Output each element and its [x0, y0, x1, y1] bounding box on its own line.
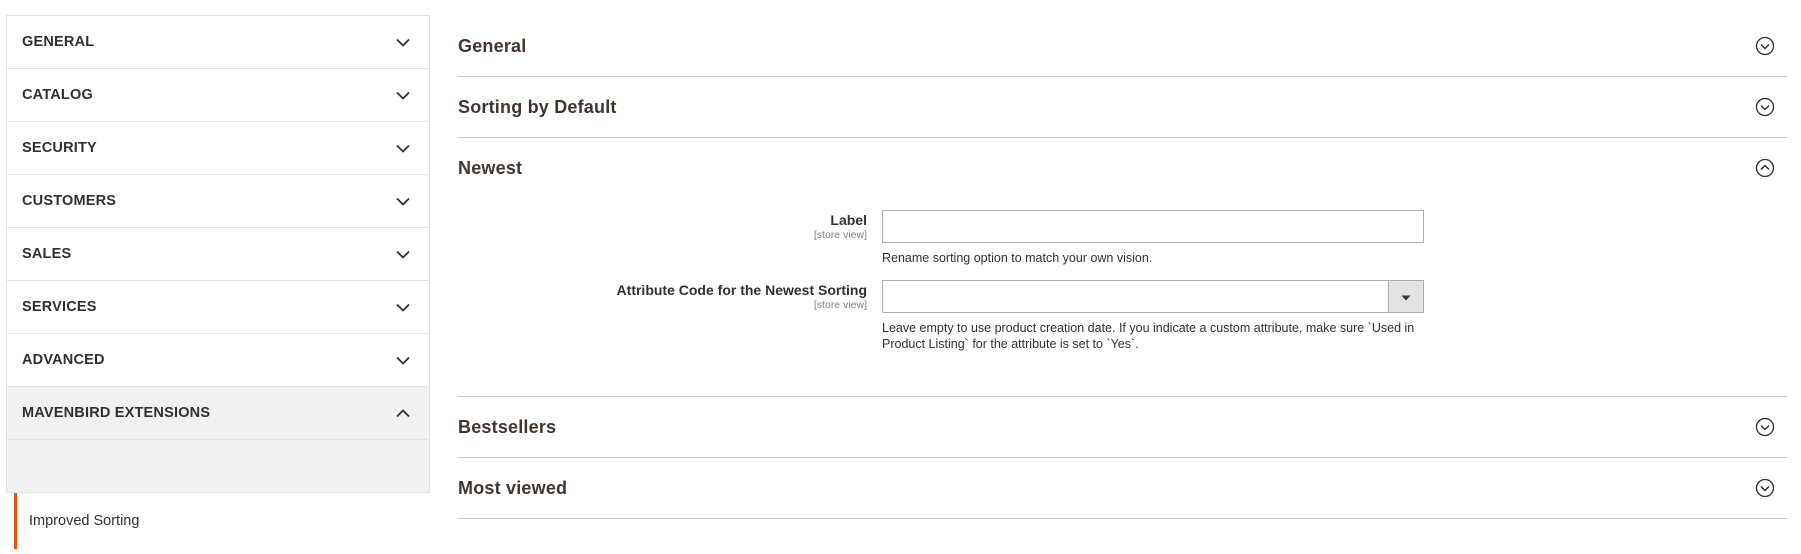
section-title: Newest: [458, 157, 523, 178]
caret-down-icon: [1401, 288, 1411, 306]
sidebar-group-general[interactable]: GENERAL: [6, 15, 430, 68]
section-bestsellers: Bestsellers: [458, 397, 1787, 458]
sidebar-group-security[interactable]: SECURITY: [6, 121, 430, 174]
sidebar-group-label: GENERAL: [22, 34, 95, 50]
circle-chevron-down-icon: [1755, 478, 1775, 498]
chevron-down-icon: [395, 143, 411, 153]
sidebar-group-label: CUSTOMERS: [22, 193, 117, 209]
field-label-wrap: Attribute Code for the Newest Sorting [s…: [458, 280, 882, 311]
section-header-general[interactable]: General: [458, 0, 1787, 76]
sidebar-group-label: SECURITY: [22, 140, 97, 156]
chevron-up-icon: [395, 408, 411, 418]
section-newest: Newest Label [store view] Rename sorting…: [458, 138, 1787, 397]
chevron-down-icon: [395, 355, 411, 365]
section-most-viewed: Most viewed: [458, 458, 1787, 519]
field-note-line: Leave empty to use product creation date…: [882, 321, 1415, 335]
field-control: Leave empty to use product creation date…: [882, 280, 1424, 352]
sidebar-group-label: SERVICES: [22, 299, 97, 315]
sidebar-item-improved-sorting[interactable]: Improved Sorting: [14, 493, 430, 549]
chevron-down-icon: [395, 37, 411, 47]
section-header-most-viewed[interactable]: Most viewed: [458, 458, 1787, 518]
section-title: General: [458, 35, 527, 56]
sidebar-group-label: MAVENBIRD EXTENSIONS: [22, 405, 211, 421]
field-label-wrap: Label [store view]: [458, 210, 882, 241]
field-control: Rename sorting option to match your own …: [882, 210, 1424, 266]
field-row-attribute-code: Attribute Code for the Newest Sorting [s…: [458, 280, 1787, 352]
config-sidebar: GENERAL CATALOG SECURITY CUSTOMERS SALES…: [6, 15, 430, 549]
chevron-down-icon: [395, 249, 411, 259]
sidebar-group-sales[interactable]: SALES: [6, 227, 430, 280]
section-header-newest[interactable]: Newest: [458, 138, 1787, 198]
field-note: Rename sorting option to match your own …: [882, 251, 1153, 265]
config-main: General Sorting by Default Newest Label: [458, 0, 1787, 519]
sidebar-group-label: CATALOG: [22, 87, 93, 103]
section-general: General: [458, 0, 1787, 77]
field-label: Label: [830, 212, 867, 228]
attribute-code-select[interactable]: [882, 280, 1424, 313]
sidebar-group-body: [6, 439, 430, 493]
sidebar-group-label: SALES: [22, 246, 72, 262]
chevron-down-icon: [395, 90, 411, 100]
sidebar-group-label: ADVANCED: [22, 352, 105, 368]
section-header-bestsellers[interactable]: Bestsellers: [458, 397, 1787, 457]
sidebar-group-catalog[interactable]: CATALOG: [6, 68, 430, 121]
field-note: Leave empty to use product creation date…: [882, 320, 1424, 352]
field-label: Attribute Code for the Newest Sorting: [616, 282, 867, 298]
sidebar-group-services[interactable]: SERVICES: [6, 280, 430, 333]
sidebar-group-advanced[interactable]: ADVANCED: [6, 333, 430, 386]
circle-chevron-down-icon: [1755, 417, 1775, 437]
field-note-line: Product Listing` for the attribute is se…: [882, 337, 1139, 351]
chevron-down-icon: [395, 196, 411, 206]
label-input[interactable]: [882, 210, 1424, 243]
section-title: Most viewed: [458, 477, 568, 498]
sidebar-item-label: Improved Sorting: [29, 513, 140, 529]
circle-chevron-down-icon: [1755, 97, 1775, 117]
field-scope: [store view]: [813, 229, 867, 241]
select-arrow-button[interactable]: [1388, 281, 1423, 312]
field-scope: [store view]: [813, 299, 867, 311]
sidebar-group-mavenbird-extensions[interactable]: MAVENBIRD EXTENSIONS: [6, 386, 430, 439]
chevron-down-icon: [395, 302, 411, 312]
section-sorting-by-default: Sorting by Default: [458, 77, 1787, 138]
section-body-newest: Label [store view] Rename sorting option…: [458, 198, 1787, 396]
circle-chevron-down-icon: [1755, 36, 1775, 56]
field-row-label: Label [store view] Rename sorting option…: [458, 210, 1787, 266]
section-title: Bestsellers: [458, 416, 557, 437]
section-title: Sorting by Default: [458, 96, 617, 117]
circle-chevron-up-icon: [1755, 158, 1775, 178]
section-header-sorting-by-default[interactable]: Sorting by Default: [458, 77, 1787, 137]
sidebar-group-customers[interactable]: CUSTOMERS: [6, 174, 430, 227]
